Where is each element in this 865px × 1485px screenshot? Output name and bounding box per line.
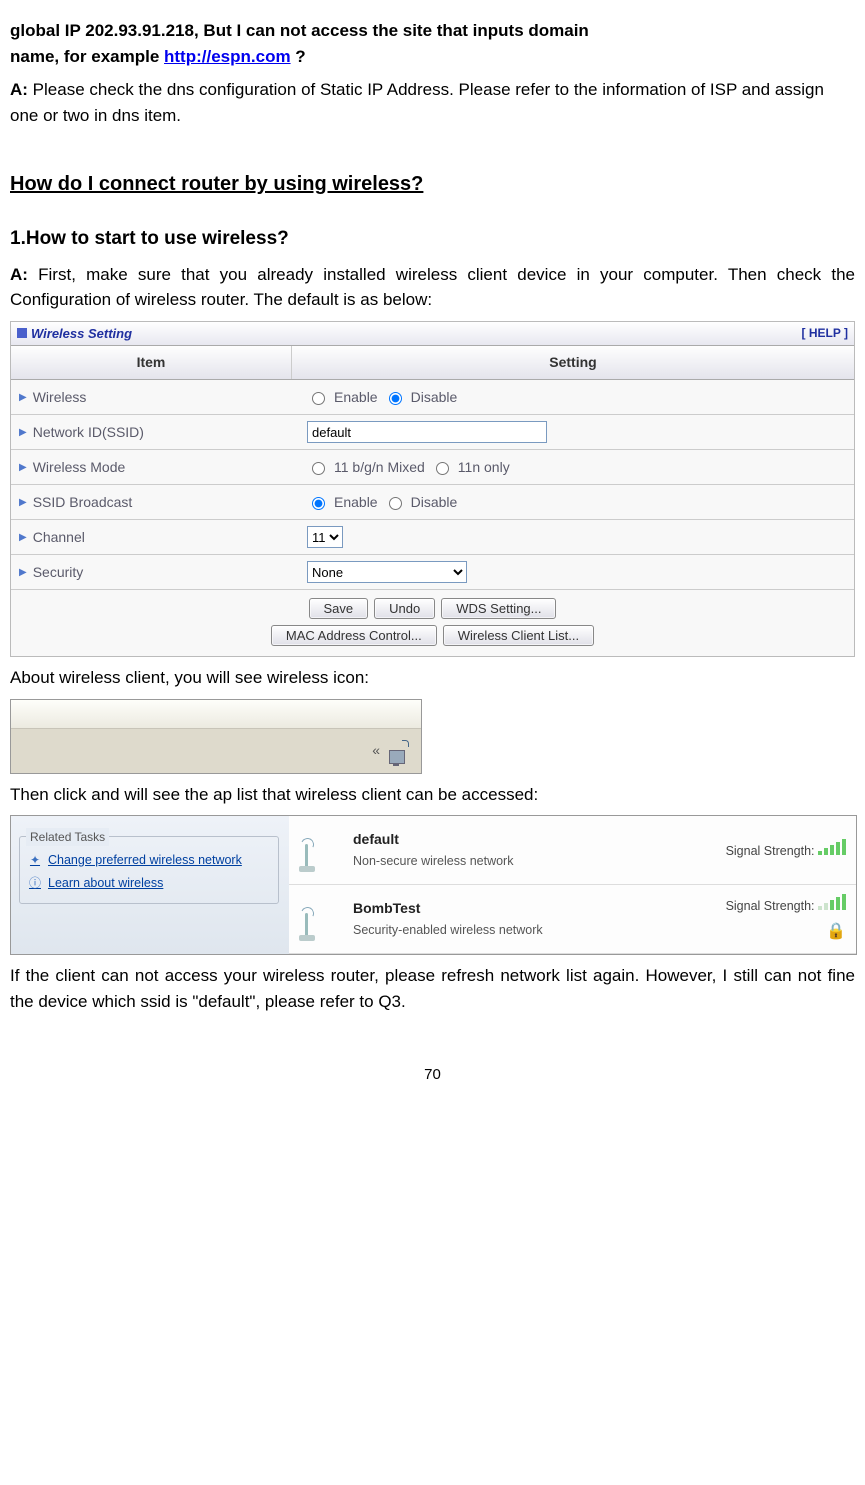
ap-main: default Non-secure wireless network Sign…: [289, 816, 856, 954]
row-ssid: ▶ Network ID(SSID): [11, 415, 854, 450]
prev-q-line2b: ?: [291, 47, 306, 66]
label-bc-disable: Disable: [411, 492, 458, 513]
sig-label: Signal Strength:: [726, 899, 815, 913]
row-broadcast: ▶ SSID Broadcast Enable Disable: [11, 485, 854, 520]
q1-answer: A: First, make sure that you already ins…: [10, 262, 855, 313]
ap-name: default: [353, 829, 632, 850]
link-change-preferred[interactable]: ✦ Change preferred wireless network: [28, 851, 270, 870]
text-after-aplist: If the client can not access your wirele…: [10, 963, 855, 1014]
triangle-icon: ▶: [19, 495, 27, 510]
label-broadcast: SSID Broadcast: [33, 492, 133, 513]
radio-broadcast-enable[interactable]: [312, 497, 325, 510]
q1-ans-text: First, make sure that you already instal…: [10, 265, 855, 310]
wds-button[interactable]: WDS Setting...: [441, 598, 556, 619]
triangle-icon: ▶: [19, 390, 27, 405]
espn-link[interactable]: http://espn.com: [164, 47, 291, 66]
q1-ans-prefix: A:: [10, 265, 28, 284]
ap-sidebar: Related Tasks ✦ Change preferred wireles…: [11, 816, 289, 954]
header-setting: Setting: [292, 346, 854, 379]
prev-answer: A: Please check the dns configuration of…: [10, 77, 855, 128]
taskbar-snippet: «: [10, 699, 422, 774]
related-tasks-legend: Related Tasks: [26, 828, 109, 846]
panel-buttons: Save Undo WDS Setting... MAC Address Con…: [11, 590, 854, 656]
row-mode: ▶ Wireless Mode 11 b/g/n Mixed 11n only: [11, 450, 854, 485]
undo-button[interactable]: Undo: [374, 598, 435, 619]
label-ssid: Network ID(SSID): [33, 422, 144, 443]
q1-title: 1.How to start to use wireless?: [10, 228, 289, 249]
ans-prefix: A:: [10, 80, 28, 99]
mac-control-button[interactable]: MAC Address Control...: [271, 625, 437, 646]
ssid-input[interactable]: [307, 421, 547, 443]
label-wireless: Wireless: [33, 387, 87, 408]
lock-icon: 🔒: [826, 920, 846, 944]
ap-desc: Non-secure wireless network: [353, 852, 632, 871]
panel-titlebar: Wireless Setting [ HELP ]: [11, 322, 854, 347]
section-title: How do I connect router by using wireles…: [10, 173, 423, 195]
ans-text: Please check the dns configuration of St…: [10, 80, 824, 125]
radio-broadcast-disable[interactable]: [389, 497, 402, 510]
radio-wireless-enable[interactable]: [312, 392, 325, 405]
label-security: Security: [33, 562, 84, 583]
ap-name: BombTest: [353, 898, 632, 919]
link-learn-wireless[interactable]: ⓘ Learn about wireless: [28, 874, 270, 893]
text-after-tray: Then click and will see the ap list that…: [10, 782, 855, 808]
client-list-button[interactable]: Wireless Client List...: [443, 625, 594, 646]
text-after-panel: About wireless client, you will see wire…: [10, 665, 855, 691]
related-tasks-box: Related Tasks ✦ Change preferred wireles…: [19, 836, 279, 904]
label-enable: Enable: [334, 387, 378, 408]
signal-bars-icon: [818, 894, 846, 910]
label-disable: Disable: [411, 387, 458, 408]
sig-label: Signal Strength:: [726, 844, 815, 858]
triangle-icon: ▶: [19, 565, 27, 580]
prev-q-line2a: name, for example: [10, 47, 164, 66]
row-security: ▶ Security None: [11, 555, 854, 590]
antenna-icon: [299, 828, 339, 872]
save-button[interactable]: Save: [309, 598, 369, 619]
antenna-icon: [299, 897, 339, 941]
label-bc-enable: Enable: [334, 492, 378, 513]
prev-q-line1: global IP 202.93.91.218, But I can not a…: [10, 21, 589, 40]
page-number: 70: [10, 1064, 855, 1087]
wifi-tray-icon[interactable]: [387, 738, 409, 764]
panel-header: Item Setting: [11, 346, 854, 380]
panel-box-icon: [17, 328, 27, 338]
panel-title: Wireless Setting: [31, 324, 132, 344]
triangle-icon: ▶: [19, 425, 27, 440]
link2-text: Learn about wireless: [48, 874, 163, 893]
radio-mode-mixed[interactable]: [312, 462, 325, 475]
taskbar-tray: «: [11, 729, 421, 773]
wireless-setting-panel: Wireless Setting [ HELP ] Item Setting ▶…: [10, 321, 855, 658]
triangle-icon: ▶: [19, 460, 27, 475]
label-mode-mixed: 11 b/g/n Mixed: [334, 457, 425, 478]
channel-select[interactable]: 11: [307, 526, 343, 548]
radio-wireless-disable[interactable]: [389, 392, 402, 405]
ap-entry[interactable]: BombTest Security-enabled wireless netwo…: [289, 885, 856, 954]
radio-mode-11n[interactable]: [436, 462, 449, 475]
help-link[interactable]: [ HELP ]: [802, 324, 848, 342]
ap-desc: Security-enabled wireless network: [353, 921, 632, 940]
label-mode-11n: 11n only: [458, 457, 510, 478]
link1-text: Change preferred wireless network: [48, 851, 242, 870]
ap-entry[interactable]: default Non-secure wireless network Sign…: [289, 816, 856, 885]
header-item: Item: [11, 346, 292, 379]
taskbar-toolbar: [11, 700, 421, 729]
row-channel: ▶ Channel 11: [11, 520, 854, 555]
tray-expand-icon[interactable]: «: [372, 740, 377, 761]
prev-question: global IP 202.93.91.218, But I can not a…: [10, 18, 855, 69]
signal-bars-icon: [818, 839, 846, 855]
row-wireless: ▶ Wireless Enable Disable: [11, 380, 854, 415]
label-mode: Wireless Mode: [33, 457, 126, 478]
label-channel: Channel: [33, 527, 85, 548]
triangle-icon: ▶: [19, 530, 27, 545]
ap-list: Related Tasks ✦ Change preferred wireles…: [10, 815, 857, 955]
info-icon: ⓘ: [28, 876, 42, 890]
star-icon: ✦: [28, 853, 42, 867]
security-select[interactable]: None: [307, 561, 467, 583]
